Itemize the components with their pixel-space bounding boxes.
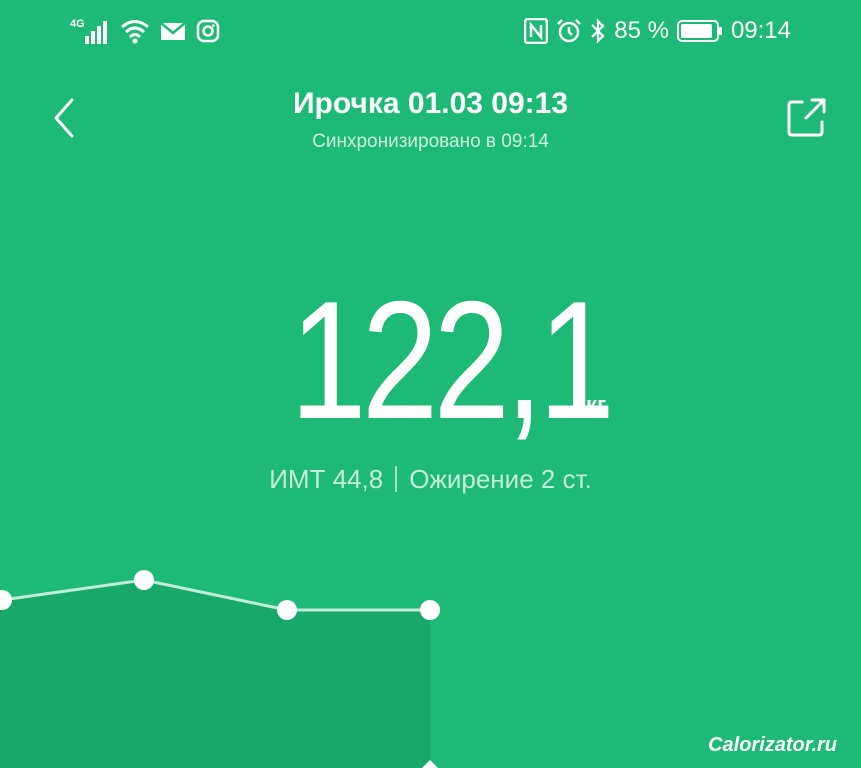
sync-status: Синхронизировано в 09:14 (312, 131, 549, 152)
mail-icon (160, 20, 186, 42)
nfc-icon (524, 18, 549, 44)
status-time: 09:14 (730, 17, 791, 44)
page-title: Ирочка 01.03 09:13 (292, 87, 569, 120)
status-bar-left: 4G (70, 16, 220, 46)
weight-unit: кг (586, 392, 607, 417)
bmi-value: ИМТ 44,8 (269, 464, 384, 494)
instagram-icon (196, 19, 220, 43)
data-point[interactable] (134, 570, 154, 590)
battery-percent: 85 % (614, 17, 669, 44)
alarm-icon (556, 18, 582, 44)
data-point[interactable] (420, 600, 440, 620)
share-icon (786, 96, 828, 138)
wifi-icon (120, 18, 150, 44)
divider (395, 466, 398, 492)
network-type-label: 4G (70, 18, 85, 30)
bmi-summary: ИМТ 44,8 Ожирение 2 ст. (0, 462, 861, 496)
status-bar: 4G 85 % 09:14 (0, 0, 861, 64)
signal-icon: 4G (70, 16, 110, 46)
share-button[interactable] (786, 96, 828, 138)
status-bar-right: 85 % 09:14 (524, 16, 791, 46)
data-point[interactable] (277, 600, 297, 620)
chart-area (0, 580, 430, 768)
bluetooth-icon (590, 18, 606, 44)
battery-icon (676, 19, 723, 43)
watermark: Calorizator.ru (708, 734, 837, 756)
weight-value: 122,1 (290, 266, 615, 454)
bmi-category: Ожирение 2 ст. (409, 464, 592, 494)
